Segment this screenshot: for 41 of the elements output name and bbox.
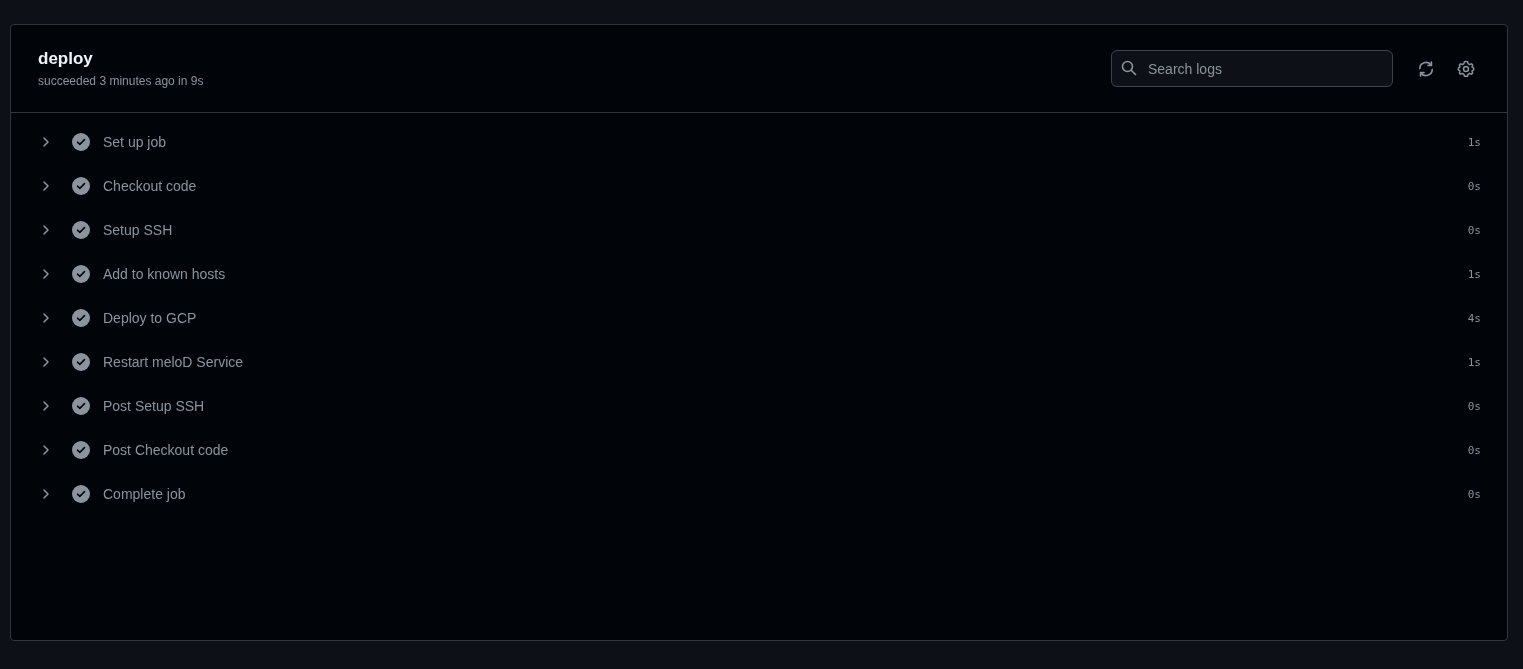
check-circle-icon — [72, 221, 90, 239]
step-name: Add to known hosts — [103, 266, 227, 282]
step-row[interactable]: Deploy to GCP 4s — [11, 296, 1507, 340]
check-circle-icon — [72, 133, 90, 151]
step-row[interactable]: Set up job 1s — [11, 120, 1507, 164]
job-title: deploy — [38, 49, 94, 69]
step-duration: 0s — [1467, 443, 1481, 457]
step-duration: 0s — [1467, 487, 1481, 501]
step-row[interactable]: Setup SSH 0s — [11, 208, 1507, 252]
check-circle-icon — [72, 397, 90, 415]
step-duration: 0s — [1467, 223, 1481, 237]
step-row[interactable]: Complete job 0s — [11, 472, 1507, 516]
step-name: Complete job — [103, 486, 187, 502]
step-row[interactable]: Post Checkout code 0s — [11, 428, 1507, 472]
refresh-icon — [1417, 59, 1435, 78]
check-circle-icon — [72, 353, 90, 371]
step-name: Setup SSH — [103, 222, 174, 238]
settings-icon — [1457, 59, 1475, 78]
step-row[interactable]: Add to known hosts 1s — [11, 252, 1507, 296]
step-duration: 1s — [1467, 135, 1481, 149]
step-name: Deploy to GCP — [103, 310, 198, 326]
step-name: Post Setup SSH — [103, 398, 206, 414]
step-name: Set up job — [103, 134, 168, 150]
step-row[interactable]: Post Setup SSH 0s — [11, 384, 1507, 428]
check-circle-icon — [72, 441, 90, 459]
step-name: Post Checkout code — [103, 442, 230, 458]
step-duration: 1s — [1467, 355, 1481, 369]
step-duration: 0s — [1467, 399, 1481, 413]
step-duration: 4s — [1467, 311, 1481, 325]
search-field[interactable]: Search logs — [1111, 50, 1393, 87]
check-circle-icon — [72, 265, 90, 283]
check-circle-icon — [72, 177, 90, 195]
check-circle-icon — [72, 485, 90, 503]
step-duration: 1s — [1467, 267, 1481, 281]
step-name: Restart meloD Service — [103, 354, 245, 370]
job-summary: succeeded 3 minutes ago in 9s — [38, 74, 204, 88]
step-row[interactable]: Checkout code 0s — [11, 164, 1507, 208]
step-duration: 0s — [1467, 179, 1481, 193]
step-name: Checkout code — [103, 178, 198, 194]
check-circle-icon — [72, 309, 90, 327]
step-row[interactable]: Restart meloD Service 1s — [11, 340, 1507, 384]
